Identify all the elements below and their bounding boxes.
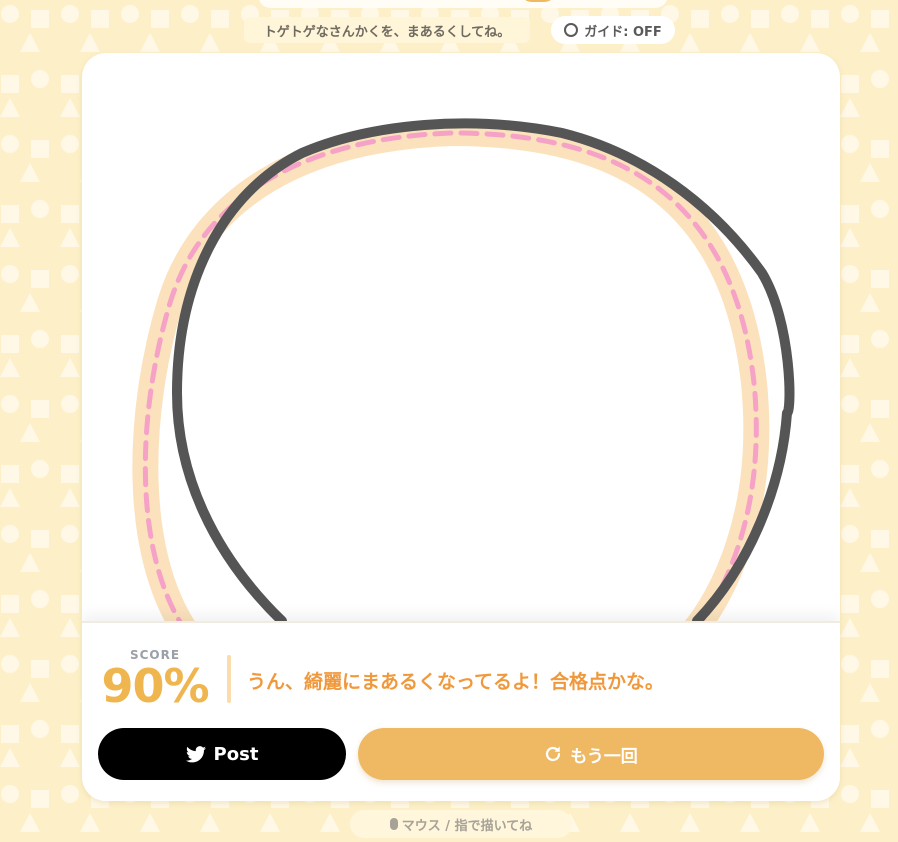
footer-hint: マウス / 指で描いてね (350, 810, 572, 838)
twitter-bird-icon (185, 745, 206, 762)
guide-toggle-label: ガイド: OFF (584, 24, 662, 40)
instruction-text: トゲトゲなさんかくを、まあるくしてね。 (244, 17, 530, 43)
post-button[interactable]: Post (98, 728, 346, 780)
result-panel: SCORE 90% うん、綺麗にまあるくなってるよ！合格点かな。 Post もう… (82, 621, 840, 801)
refresh-icon (546, 746, 561, 762)
score-divider (227, 655, 231, 703)
score-message: うん、綺麗にまあるくなってるよ！合格点かな。 (247, 671, 665, 693)
user-drawn-stroke (172, 118, 795, 626)
retry-button[interactable]: もう一回 (358, 728, 824, 780)
post-button-label: Post (213, 743, 259, 765)
score-value: 90% (101, 659, 209, 713)
retry-button-label: もう一回 (570, 746, 638, 767)
footer-hint-text: マウス / 指で描いてね (401, 818, 533, 834)
circle-outline-icon (564, 23, 579, 37)
drawing-card: SCORE 90% うん、綺麗にまあるくなってるよ！合格点かな。 Post もう… (82, 53, 840, 801)
mouse-icon (389, 818, 398, 830)
top-title-bar (258, 0, 668, 8)
guide-toggle-button[interactable]: ガイド: OFF (551, 16, 675, 44)
